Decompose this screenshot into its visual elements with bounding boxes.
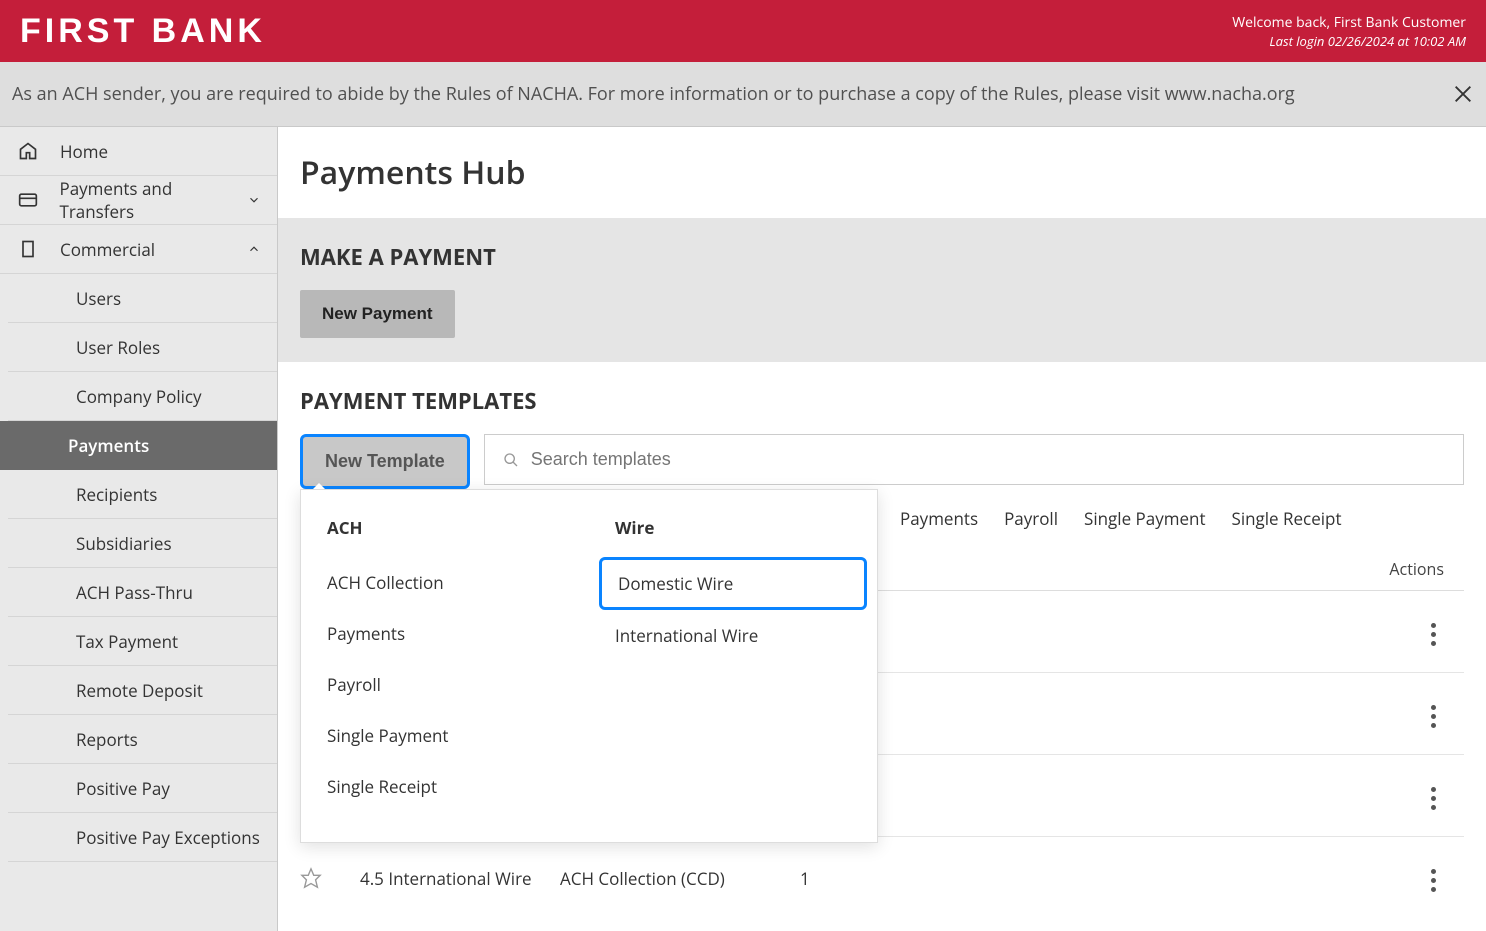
star-icon bbox=[300, 867, 322, 889]
favorite-toggle[interactable] bbox=[300, 867, 360, 889]
building-icon bbox=[16, 239, 40, 259]
dd-item-domestic-wire[interactable]: Domestic Wire bbox=[599, 557, 867, 610]
alert-message: As an ACH sender, you are required to ab… bbox=[12, 82, 1295, 106]
row-actions-menu[interactable] bbox=[1423, 697, 1444, 736]
dd-item-single-payment[interactable]: Single Payment bbox=[327, 710, 563, 761]
search-templates-input[interactable] bbox=[531, 449, 1445, 470]
welcome-info: Welcome back, First Bank Customer Last l… bbox=[1232, 13, 1466, 50]
nav-sub-tax-payment[interactable]: Tax Payment bbox=[8, 617, 277, 666]
nav-sub-positive-pay[interactable]: Positive Pay bbox=[8, 764, 277, 813]
dd-item-international-wire[interactable]: International Wire bbox=[615, 610, 851, 661]
row-actions-menu[interactable] bbox=[1423, 861, 1444, 900]
payment-templates-section: PAYMENT TEMPLATES New Template ACH ACH C… bbox=[278, 362, 1486, 931]
welcome-text: Welcome back, First Bank Customer bbox=[1232, 13, 1466, 32]
dd-item-payroll[interactable]: Payroll bbox=[327, 659, 563, 710]
template-type: ACH Collection (CCD) bbox=[560, 867, 800, 890]
app-header: FIRST BANK Welcome back, First Bank Cust… bbox=[0, 0, 1486, 62]
make-payment-heading: MAKE A PAYMENT bbox=[300, 242, 1464, 272]
chevron-down-icon bbox=[247, 193, 261, 207]
last-login-text: Last login 02/26/2024 at 10:02 AM bbox=[1232, 32, 1466, 50]
search-icon bbox=[503, 452, 519, 468]
new-payment-button[interactable]: New Payment bbox=[300, 290, 455, 338]
nav-sub-user-roles[interactable]: User Roles bbox=[8, 323, 277, 372]
nav-sub-recipients[interactable]: Recipients bbox=[8, 470, 277, 519]
nav-sub-ach-pass-thru[interactable]: ACH Pass-Thru bbox=[8, 568, 277, 617]
nacha-alert: As an ACH sender, you are required to ab… bbox=[0, 62, 1486, 127]
nav-payments-transfers[interactable]: Payments and Transfers bbox=[0, 176, 277, 225]
bank-logo: FIRST BANK bbox=[20, 12, 266, 51]
main-content: Payments Hub MAKE A PAYMENT New Payment … bbox=[278, 127, 1486, 931]
templates-heading: PAYMENT TEMPLATES bbox=[300, 386, 1464, 416]
filter-payroll[interactable]: Payroll bbox=[1004, 507, 1058, 530]
row-actions-menu[interactable] bbox=[1423, 779, 1444, 818]
sidebar: Home Payments and Transfers Commercial U… bbox=[0, 127, 278, 931]
home-icon bbox=[16, 141, 40, 161]
dd-header-ach: ACH bbox=[327, 510, 563, 557]
page-title: Payments Hub bbox=[278, 127, 1486, 218]
nav-payments-transfers-label: Payments and Transfers bbox=[59, 177, 247, 223]
dd-item-ach-collection[interactable]: ACH Collection bbox=[327, 557, 563, 608]
dropdown-col-ach: ACH ACH Collection Payments Payroll Sing… bbox=[301, 510, 589, 812]
nav-home[interactable]: Home bbox=[0, 127, 277, 176]
dd-item-single-receipt[interactable]: Single Receipt bbox=[327, 761, 563, 812]
filter-single-receipt[interactable]: Single Receipt bbox=[1232, 507, 1342, 530]
nav-home-label: Home bbox=[60, 140, 108, 163]
nav-commercial-label: Commercial bbox=[60, 238, 155, 261]
dd-header-wire: Wire bbox=[615, 510, 851, 557]
chevron-up-icon bbox=[247, 242, 261, 256]
nav-sub-reports[interactable]: Reports bbox=[8, 715, 277, 764]
row-actions-menu[interactable] bbox=[1423, 615, 1444, 654]
filter-single-payment[interactable]: Single Payment bbox=[1084, 507, 1205, 530]
card-icon bbox=[16, 190, 39, 210]
filter-payments[interactable]: Payments bbox=[900, 507, 978, 530]
nav-sub-payments[interactable]: Payments bbox=[0, 421, 277, 470]
new-template-dropdown: ACH ACH Collection Payments Payroll Sing… bbox=[300, 489, 878, 843]
template-recipients: 1 bbox=[800, 867, 940, 890]
nav-sub-users[interactable]: Users bbox=[8, 274, 277, 323]
new-template-button[interactable]: New Template bbox=[300, 434, 470, 489]
nav-sub-subsidiaries[interactable]: Subsidiaries bbox=[8, 519, 277, 568]
nav-sub-remote-deposit[interactable]: Remote Deposit bbox=[8, 666, 277, 715]
dd-item-payments[interactable]: Payments bbox=[327, 608, 563, 659]
table-row: 4.5 International Wire ACH Collection (C… bbox=[300, 837, 1464, 919]
nav-commercial[interactable]: Commercial bbox=[0, 225, 277, 274]
close-icon[interactable] bbox=[1452, 83, 1474, 105]
dropdown-col-wire: Wire Domestic Wire International Wire bbox=[589, 510, 877, 812]
template-name: 4.5 International Wire bbox=[360, 867, 560, 890]
nav-sub-company-policy[interactable]: Company Policy bbox=[8, 372, 277, 421]
make-payment-section: MAKE A PAYMENT New Payment bbox=[278, 218, 1486, 362]
template-controls: New Template ACH ACH Collection Payments… bbox=[300, 434, 1464, 489]
search-templates-box[interactable] bbox=[484, 434, 1464, 485]
nav-sub-positive-pay-exceptions[interactable]: Positive Pay Exceptions bbox=[8, 813, 277, 862]
